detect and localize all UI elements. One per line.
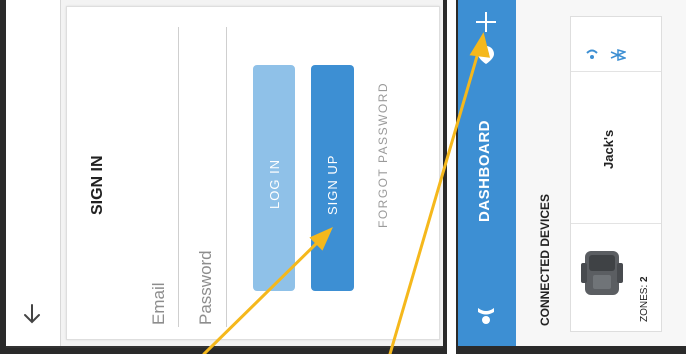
pin-icon[interactable] [476, 44, 496, 66]
dashboard-screen: DASHBOARD CONNECTED DEVICES Jack's ZONES… [458, 0, 686, 346]
email-field-underline [178, 27, 179, 327]
divider [571, 223, 661, 224]
signup-button-label: SIGN UP [325, 154, 340, 215]
zones-info: ZONES: 2 [639, 276, 650, 322]
sign-in-phone: SIGN IN Email Password LOG IN SIGN UP FO… [0, 0, 447, 354]
dashboard-nav-bar: DASHBOARD [458, 0, 516, 346]
controller-device-image [581, 251, 623, 295]
divider [571, 71, 661, 72]
password-field-underline [226, 27, 227, 327]
page-title: SIGN IN [89, 155, 106, 215]
dashboard-phone: DASHBOARD CONNECTED DEVICES Jack's ZONES… [456, 0, 686, 354]
signup-button[interactable]: SIGN UP [311, 65, 354, 291]
login-button-label: LOG IN [267, 158, 282, 209]
device-card[interactable]: Jack's ZONES: 2 [570, 16, 662, 332]
bluetooth-icon [610, 49, 626, 61]
email-field[interactable]: Email [149, 282, 169, 325]
sign-in-card: SIGN IN Email Password LOG IN SIGN UP FO… [66, 6, 440, 340]
plus-icon[interactable] [474, 10, 498, 34]
forgot-password-link[interactable]: FORGOT PASSWORD [376, 82, 390, 228]
sign-in-screen: SIGN IN Email Password LOG IN SIGN UP FO… [6, 0, 443, 348]
login-button[interactable]: LOG IN [253, 65, 295, 291]
zones-value: 2 [639, 276, 650, 282]
person-icon[interactable] [474, 304, 498, 328]
dashboard-title: DASHBOARD [476, 120, 493, 222]
top-bar [6, 0, 61, 346]
zones-label: ZONES: [639, 284, 650, 322]
device-name: Jack's [601, 129, 616, 169]
password-field[interactable]: Password [196, 250, 216, 325]
wifi-icon [586, 49, 598, 59]
connected-devices-heading: CONNECTED DEVICES [538, 193, 552, 326]
arrow-down-icon[interactable] [20, 302, 44, 326]
